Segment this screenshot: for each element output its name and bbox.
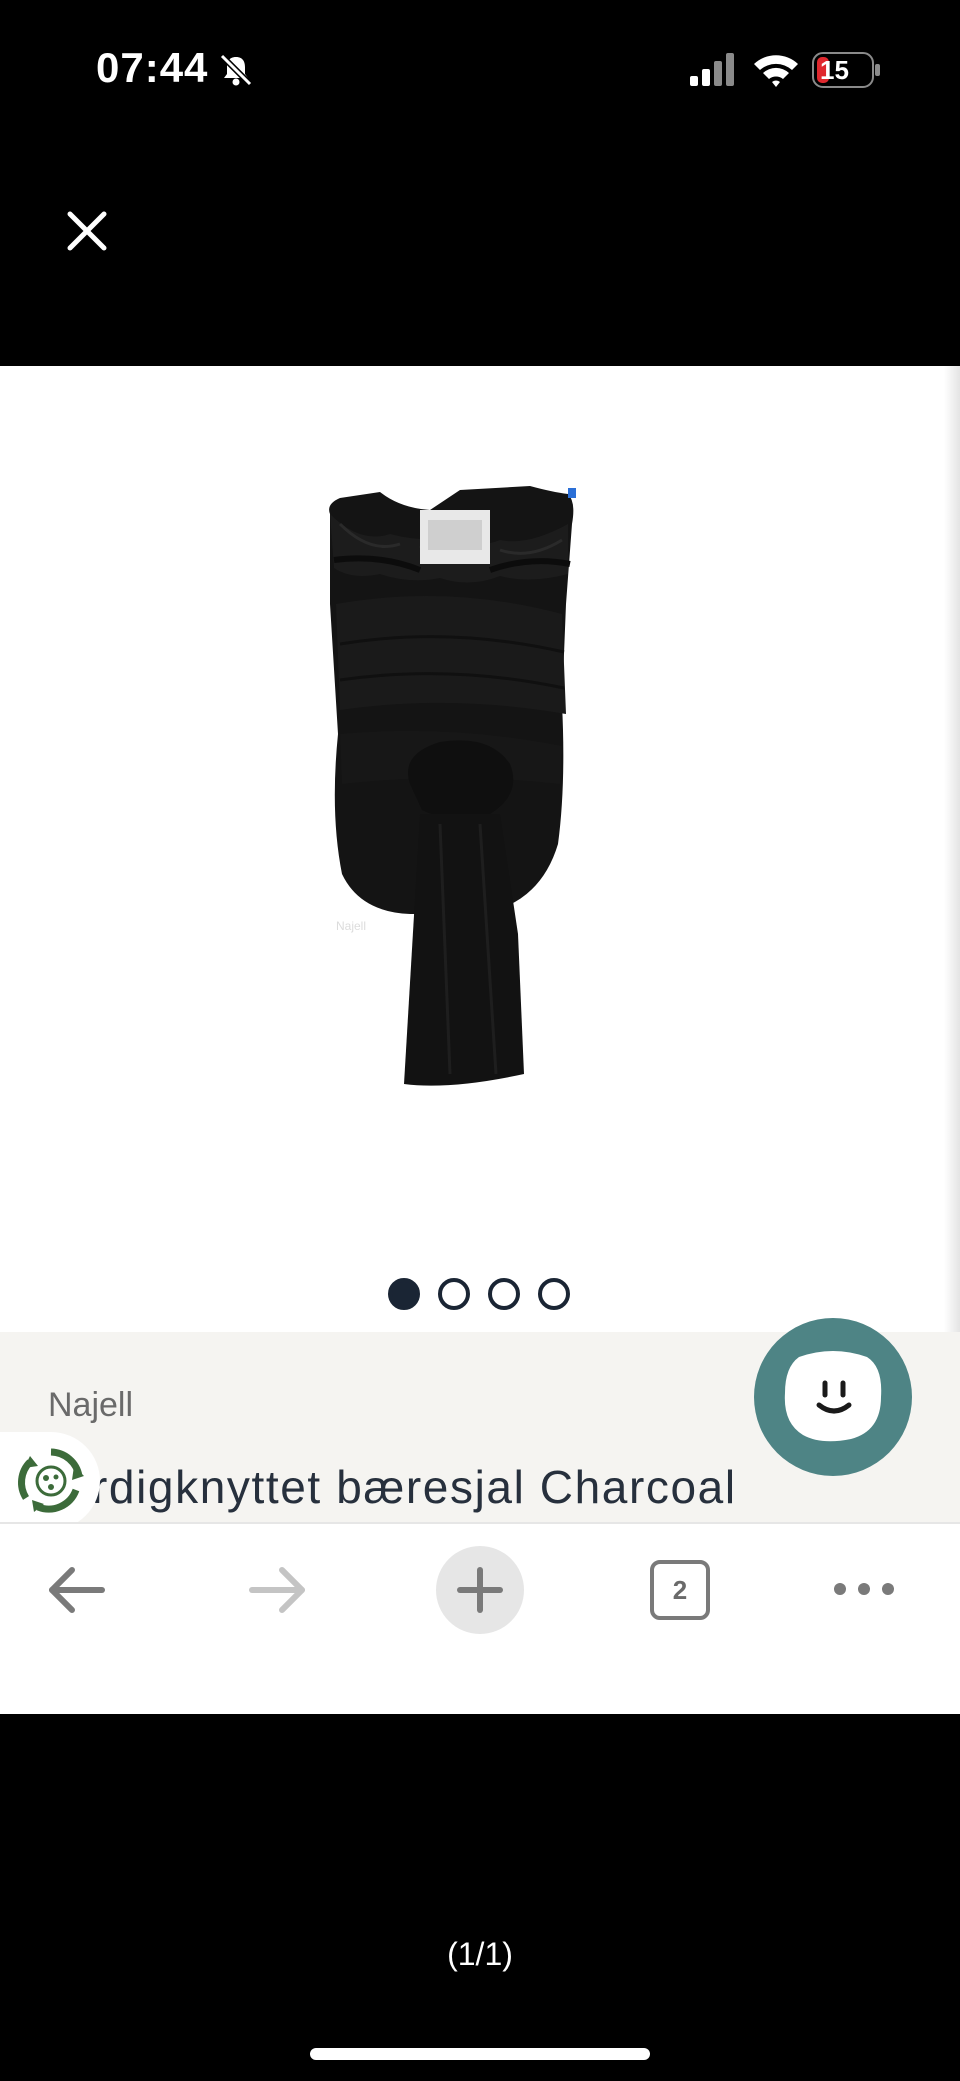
tab-count: 2 bbox=[672, 1575, 688, 1605]
new-tab-button[interactable] bbox=[436, 1546, 524, 1634]
product-brand[interactable]: Najell bbox=[48, 1386, 133, 1425]
browser-toolbar: 2 bbox=[0, 1522, 960, 1714]
wifi-icon bbox=[754, 55, 798, 87]
product-title: rdigknyttet bæresjal Charcoal bbox=[92, 1461, 737, 1513]
plus-icon bbox=[457, 1567, 503, 1613]
battery-level: 15 bbox=[820, 55, 849, 85]
carousel-dot[interactable] bbox=[538, 1278, 570, 1310]
chat-button[interactable] bbox=[754, 1318, 912, 1476]
image-counter: (1/1) bbox=[447, 1936, 513, 1972]
bell-muted-icon bbox=[219, 53, 253, 87]
tabs-button[interactable]: 2 bbox=[650, 1560, 710, 1620]
carousel-dot[interactable] bbox=[488, 1278, 520, 1310]
forward-arrow-icon[interactable] bbox=[246, 1562, 310, 1618]
back-arrow-icon[interactable] bbox=[44, 1562, 108, 1618]
product-image: Najell bbox=[329, 486, 576, 1086]
carousel-dot[interactable] bbox=[438, 1278, 470, 1310]
screenshot-content: Najell Najell rdigknyttet bæresjal Charc… bbox=[0, 366, 960, 1714]
recycle-leaf-icon bbox=[18, 1448, 84, 1513]
close-icon[interactable] bbox=[62, 206, 112, 256]
more-dots-icon[interactable] bbox=[832, 1574, 896, 1604]
svg-text:Najell: Najell bbox=[336, 919, 366, 933]
carousel-dots bbox=[388, 1278, 570, 1310]
chat-face-icon bbox=[784, 1351, 882, 1442]
status-time: 07:44 bbox=[96, 44, 209, 91]
status-bar: 07:44 15 bbox=[0, 0, 960, 140]
carousel-dot[interactable] bbox=[388, 1278, 420, 1310]
home-indicator[interactable] bbox=[310, 2048, 650, 2060]
cellular-signal-icon bbox=[690, 53, 734, 86]
eco-badge[interactable] bbox=[0, 1432, 100, 1530]
